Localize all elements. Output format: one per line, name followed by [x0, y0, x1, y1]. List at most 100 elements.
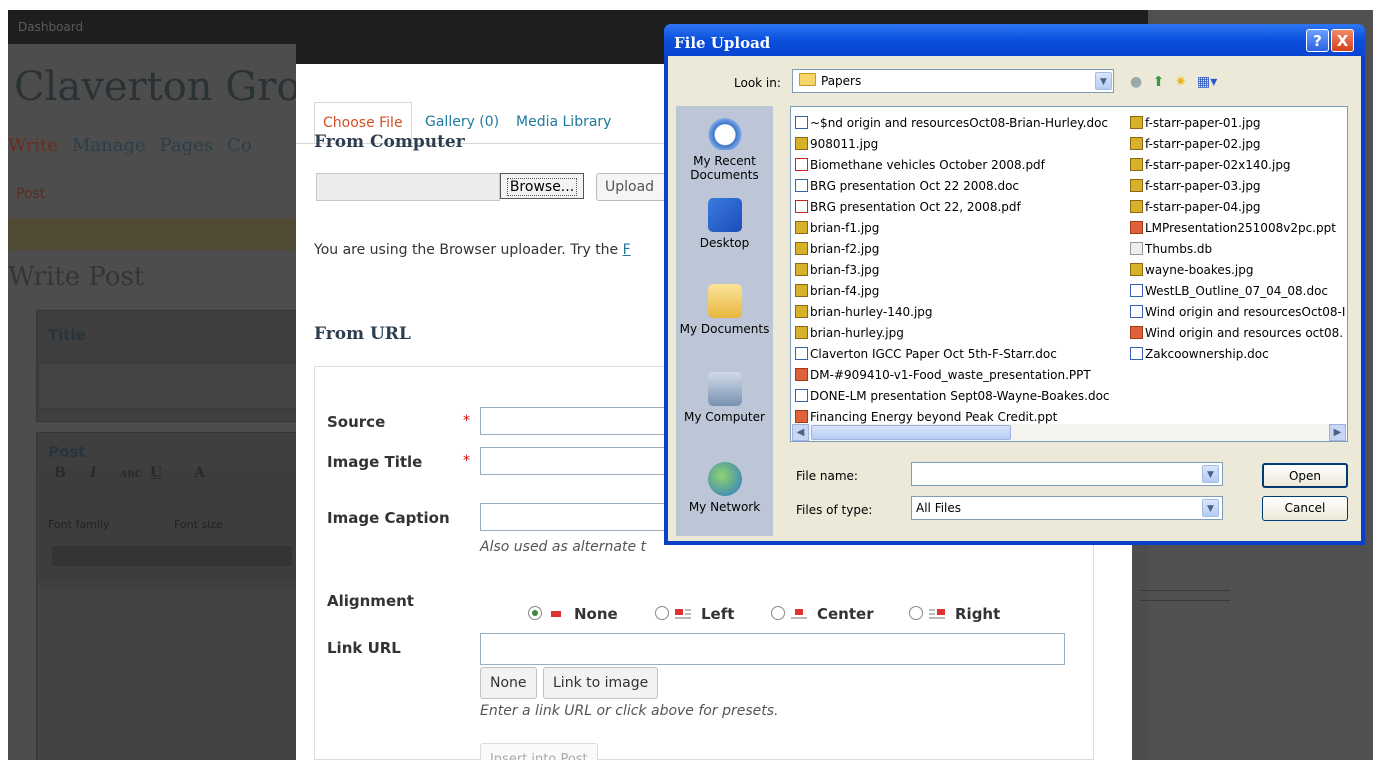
up-folder-icon[interactable]: ⬆: [1153, 74, 1165, 90]
file-item[interactable]: BRG presentation Oct 22 2008.doc: [795, 176, 1129, 197]
files-of-type-combo[interactable]: All Files ▼: [911, 496, 1223, 520]
post-editor-area[interactable]: [38, 588, 308, 760]
align-none-option[interactable]: None: [528, 605, 618, 623]
file-item[interactable]: 908011.jpg: [795, 134, 1129, 155]
font-family-select[interactable]: Font family: [48, 514, 142, 536]
link-url-input[interactable]: [480, 633, 1065, 665]
link-to-image-button[interactable]: Link to image: [543, 667, 659, 699]
files-of-type-dropdown-arrow[interactable]: ▼: [1202, 499, 1219, 517]
file-item[interactable]: BRG presentation Oct 22, 2008.pdf: [795, 197, 1129, 218]
tab-manage[interactable]: Manage: [72, 135, 146, 156]
file-item[interactable]: f-starr-paper-03.jpg: [1130, 176, 1346, 197]
title-input[interactable]: [38, 363, 310, 409]
place-my-network[interactable]: My Network: [676, 462, 773, 514]
close-button[interactable]: X: [1331, 29, 1354, 52]
align-none-radio[interactable]: [528, 606, 542, 620]
file-item[interactable]: brian-f1.jpg: [795, 218, 1129, 239]
open-button[interactable]: Open: [1262, 463, 1348, 488]
page-heading: Write Post: [8, 262, 145, 292]
scroll-left-arrow[interactable]: ◀: [792, 424, 809, 441]
jpg-file-icon: [1130, 137, 1143, 150]
place-label-desktop: Desktop: [699, 236, 750, 250]
file-item[interactable]: brian-hurley-140.jpg: [795, 302, 1129, 323]
tab-pages[interactable]: Pages: [160, 135, 213, 156]
file-item[interactable]: Wind origin and resourcesOct08-I: [1130, 302, 1346, 323]
browse-button[interactable]: Browse...: [500, 173, 584, 199]
scroll-right-arrow[interactable]: ▶: [1329, 424, 1346, 441]
file-name: brian-f3.jpg: [810, 263, 880, 277]
file-name-dropdown-arrow[interactable]: ▼: [1202, 465, 1219, 483]
tab-media-library[interactable]: Media Library: [516, 102, 611, 142]
strike-button[interactable]: ABC: [120, 470, 142, 480]
files-of-type-label: Files of type:: [796, 503, 873, 517]
help-button[interactable]: ?: [1306, 29, 1329, 52]
file-item[interactable]: DONE-LM presentation Sept08-Wayne-Boakes…: [795, 386, 1129, 407]
align-left-option[interactable]: Left: [655, 605, 734, 623]
tab-co[interactable]: Co: [227, 135, 252, 156]
subnav-post[interactable]: Post: [16, 186, 45, 202]
align-center-label: Center: [817, 605, 874, 623]
back-icon[interactable]: ●: [1130, 74, 1142, 90]
file-name: DONE-LM presentation Sept08-Wayne-Boakes…: [810, 389, 1110, 403]
file-name: WestLB_Outline_07_04_08.doc: [1145, 284, 1329, 298]
file-item[interactable]: Wind origin and resources oct08.: [1130, 323, 1346, 344]
align-right-radio[interactable]: [909, 606, 923, 620]
align-left-radio[interactable]: [655, 606, 669, 620]
file-item[interactable]: brian-hurley.jpg: [795, 323, 1129, 344]
file-item[interactable]: f-starr-paper-02x140.jpg: [1130, 155, 1346, 176]
horizontal-scrollbar[interactable]: ◀ ▶: [792, 424, 1346, 441]
align-center-option[interactable]: Center: [771, 605, 874, 623]
file-item[interactable]: brian-f2.jpg: [795, 239, 1129, 260]
italic-button[interactable]: I: [90, 465, 97, 481]
align-center-radio[interactable]: [771, 606, 785, 620]
file-item[interactable]: DM-#909410-v1-Food_waste_presentation.PP…: [795, 365, 1129, 386]
scroll-thumb[interactable]: [811, 425, 1011, 440]
file-item[interactable]: brian-f3.jpg: [795, 260, 1129, 281]
places-bar: My Recent Documents Desktop My Documents…: [676, 106, 773, 536]
underline-button[interactable]: U: [150, 465, 162, 481]
file-list[interactable]: ~$nd origin and resourcesOct08-Brian-Hur…: [790, 106, 1348, 442]
pdf-file-icon: [795, 200, 808, 213]
file-name: brian-hurley.jpg: [810, 326, 904, 340]
look-in-combo[interactable]: Papers ▼: [792, 69, 1114, 93]
upload-button[interactable]: Upload: [596, 173, 666, 201]
file-item[interactable]: Claverton IGCC Paper Oct 5th-F-Starr.doc: [795, 344, 1129, 365]
file-item[interactable]: Thumbs.db: [1130, 239, 1346, 260]
dashboard-link[interactable]: Dashboard: [18, 20, 83, 34]
view-menu-icon[interactable]: ▦▾: [1197, 74, 1217, 90]
insert-into-post-button[interactable]: Insert into Post: [480, 743, 598, 760]
file-name: Biomethane vehicles October 2008.pdf: [810, 158, 1045, 172]
file-item[interactable]: brian-f4.jpg: [795, 281, 1129, 302]
look-in-dropdown-arrow[interactable]: ▼: [1095, 72, 1112, 90]
place-my-documents[interactable]: My Documents: [676, 284, 773, 336]
file-path-input[interactable]: [316, 173, 500, 201]
file-item[interactable]: wayne-boakes.jpg: [1130, 260, 1346, 281]
file-item[interactable]: WestLB_Outline_07_04_08.doc: [1130, 281, 1346, 302]
file-item[interactable]: Zakcoownership.doc: [1130, 344, 1346, 365]
font-color-button[interactable]: A: [194, 465, 205, 481]
file-item[interactable]: f-starr-paper-04.jpg: [1130, 197, 1346, 218]
link-none-button[interactable]: None: [480, 667, 537, 699]
doc-file-icon: [1130, 347, 1143, 360]
new-folder-icon[interactable]: ✷: [1175, 74, 1187, 90]
file-item[interactable]: LMPresentation251008v2pc.ppt: [1130, 218, 1346, 239]
place-my-computer[interactable]: My Computer: [676, 372, 773, 424]
cancel-button[interactable]: Cancel: [1262, 496, 1348, 521]
file-item[interactable]: f-starr-paper-01.jpg: [1130, 113, 1346, 134]
dialog-titlebar[interactable]: File Upload ? X: [664, 24, 1365, 56]
jpg-file-icon: [795, 242, 808, 255]
align-none-label: None: [574, 605, 618, 623]
align-right-option[interactable]: Right: [909, 605, 1000, 623]
file-name-combo[interactable]: ▼: [911, 462, 1223, 486]
file-item[interactable]: Biomethane vehicles October 2008.pdf: [795, 155, 1129, 176]
file-name-label: File name:: [796, 469, 858, 483]
place-recent-documents[interactable]: My Recent Documents: [676, 116, 773, 182]
bold-button[interactable]: B: [54, 465, 66, 481]
file-item[interactable]: f-starr-paper-02.jpg: [1130, 134, 1346, 155]
flash-uploader-link[interactable]: F: [623, 242, 631, 258]
file-item[interactable]: ~$nd origin and resourcesOct08-Brian-Hur…: [795, 113, 1129, 134]
font-size-select[interactable]: Font size: [174, 514, 264, 536]
place-desktop[interactable]: Desktop: [676, 198, 773, 250]
tab-write[interactable]: Write: [8, 135, 58, 156]
place-label-my-documents: My Documents: [679, 322, 770, 336]
